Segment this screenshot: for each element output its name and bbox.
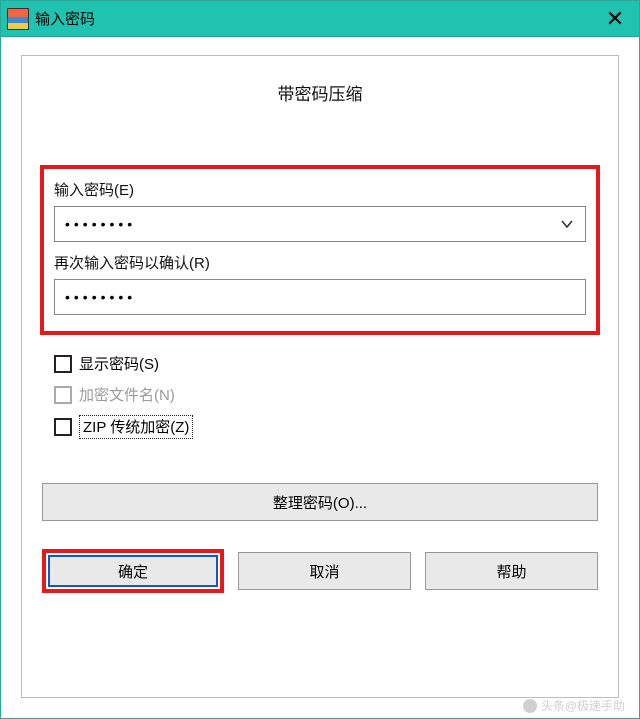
organize-button-wrap: 整理密码(O)... — [40, 483, 600, 521]
window-title: 输入密码 — [35, 8, 95, 29]
watermark-icon — [523, 699, 537, 713]
organize-passwords-button[interactable]: 整理密码(O)... — [42, 483, 598, 521]
watermark-text: 头条@极速手助 — [541, 697, 625, 714]
confirm-password-input[interactable] — [54, 279, 586, 315]
dialog-body: 带密码压缩 输入密码(E) 再次输入密码以确认(R) 显示密码(S) 加密文件名… — [21, 55, 619, 698]
checkbox-icon — [54, 355, 72, 373]
password-highlight-box: 输入密码(E) 再次输入密码以确认(R) — [40, 165, 600, 335]
watermark: 头条@极速手助 — [523, 697, 625, 714]
close-button[interactable]: ✕ — [599, 6, 631, 32]
titlebar-left: 输入密码 — [7, 8, 95, 30]
password-label: 输入密码(E) — [54, 179, 586, 200]
encrypt-filenames-checkbox-row: 加密文件名(N) — [54, 384, 596, 405]
confirm-password-label: 再次输入密码以确认(R) — [54, 252, 586, 273]
checkbox-icon — [54, 418, 72, 436]
help-button[interactable]: 帮助 — [425, 552, 598, 590]
password-dropdown[interactable] — [549, 207, 585, 241]
titlebar: 输入密码 ✕ — [1, 1, 639, 37]
cancel-button[interactable]: 取消 — [238, 552, 411, 590]
zip-legacy-checkbox-row[interactable]: ZIP 传统加密(Z) — [54, 415, 596, 439]
show-password-label: 显示密码(S) — [79, 353, 159, 374]
checkbox-group: 显示密码(S) 加密文件名(N) ZIP 传统加密(Z) — [40, 347, 600, 439]
password-input-row — [54, 206, 586, 242]
show-password-checkbox-row[interactable]: 显示密码(S) — [54, 353, 596, 374]
ok-button[interactable]: 确定 — [48, 555, 218, 587]
zip-legacy-label: ZIP 传统加密(Z) — [79, 415, 193, 439]
chevron-down-icon — [560, 217, 574, 231]
app-icon — [7, 8, 29, 30]
password-dialog-window: 输入密码 ✕ 带密码压缩 输入密码(E) 再次输入密码以确认(R) 显示密码(S… — [0, 0, 640, 719]
ok-highlight-box: 确定 — [42, 549, 224, 593]
encrypt-filenames-label: 加密文件名(N) — [79, 384, 175, 405]
checkbox-icon — [54, 386, 72, 404]
dialog-heading: 带密码压缩 — [40, 80, 600, 105]
action-button-row: 确定 取消 帮助 — [40, 549, 600, 593]
password-input[interactable] — [55, 207, 549, 241]
